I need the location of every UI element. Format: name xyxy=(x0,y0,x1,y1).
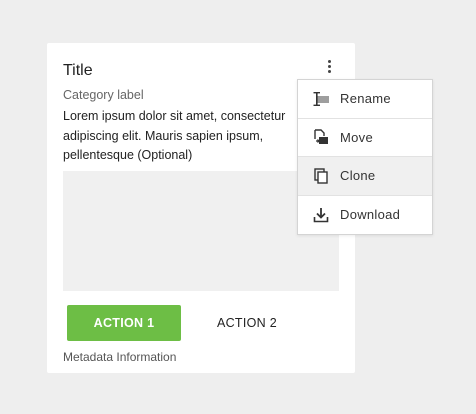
action1-button[interactable]: ACTION 1 xyxy=(67,305,181,341)
menu-item-label: Download xyxy=(340,207,401,223)
context-menu: Rename Move Clone Download xyxy=(297,79,433,235)
move-icon xyxy=(312,128,330,146)
body-line: pellentesque (Optional) xyxy=(63,148,193,162)
body-line: adipiscing elit. Mauris sapien ipsum, xyxy=(63,128,264,143)
card-title: Title xyxy=(63,62,93,79)
menu-item-move[interactable]: Move xyxy=(298,119,432,157)
metadata-info: Metadata Information xyxy=(63,350,177,364)
clone-icon xyxy=(312,167,330,185)
body-line: Lorem ipsum dolor sit amet, consectetur xyxy=(63,109,286,123)
download-icon xyxy=(312,206,330,224)
rename-icon xyxy=(312,90,330,108)
menu-item-rename[interactable]: Rename xyxy=(298,80,432,119)
menu-item-clone[interactable]: Clone xyxy=(298,157,432,196)
menu-item-label: Rename xyxy=(340,91,391,107)
menu-item-label: Move xyxy=(340,129,373,145)
card-body-text: Lorem ipsum dolor sit amet, consectetur … xyxy=(63,107,333,166)
menu-item-download[interactable]: Download xyxy=(298,196,432,235)
more-options-icon[interactable] xyxy=(321,56,337,76)
category-label: Category label xyxy=(63,88,144,102)
action2-button[interactable]: ACTION 2 xyxy=(197,305,297,341)
menu-item-label: Clone xyxy=(340,168,376,184)
